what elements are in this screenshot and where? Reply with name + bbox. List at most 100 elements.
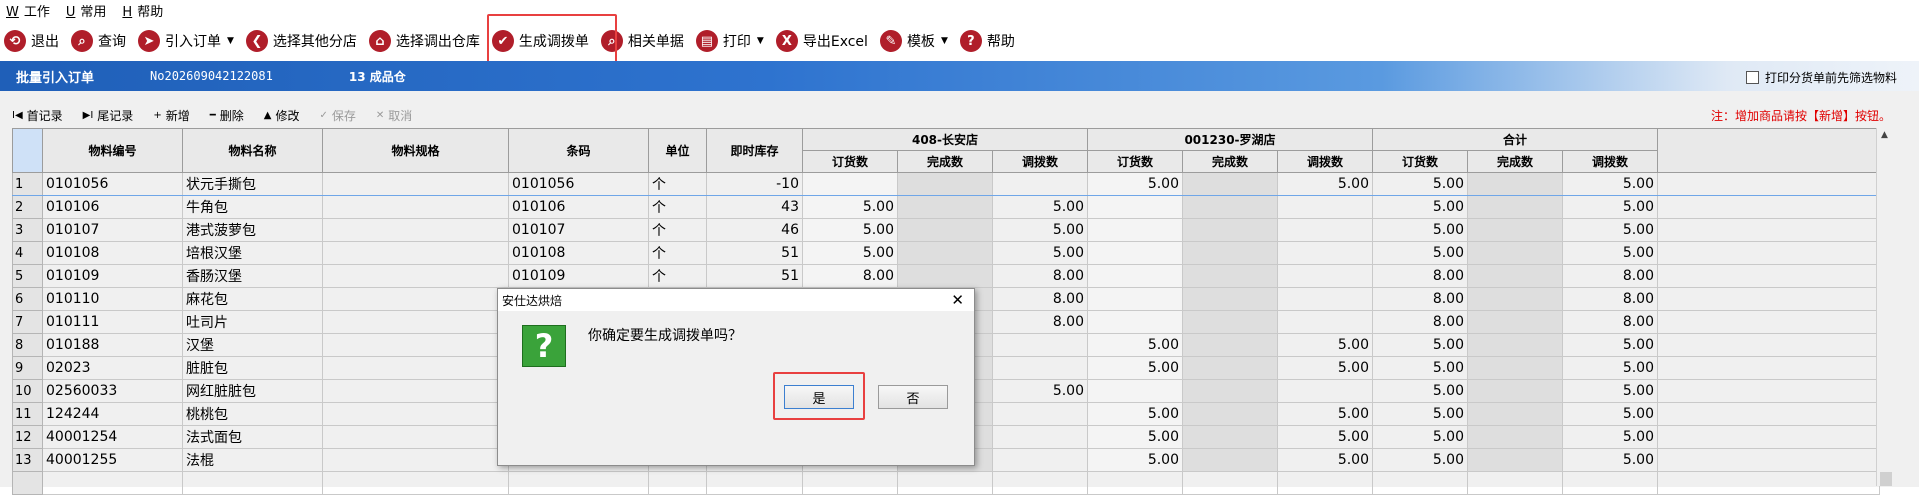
cell-g3-调拨数[interactable]: 5.00	[1562, 195, 1658, 219]
scroll-up-icon[interactable]: ▲	[1881, 130, 1888, 140]
cell-g3-完成数[interactable]	[1467, 195, 1563, 219]
record-button-0[interactable]: I◀ 首记录	[12, 107, 63, 124]
cell-spec[interactable]	[322, 402, 509, 426]
cell-g1-订货数[interactable]: 5.00	[802, 218, 898, 242]
cell-code[interactable]: 010107	[42, 218, 183, 242]
cell-g1-调拨数[interactable]: 8.00	[992, 287, 1088, 311]
cell-spec[interactable]	[322, 379, 509, 403]
table-row[interactable]: 1 0101056 状元手撕包 0101056 个 -10 5.00 5.00 5.00 5.00	[12, 172, 1880, 196]
cell-code[interactable]: 010110	[42, 287, 183, 311]
cell-g1-调拨数[interactable]	[992, 448, 1088, 472]
cell-g1-完成数[interactable]	[897, 172, 993, 196]
cell-g2-订货数[interactable]: 5.00	[1087, 333, 1183, 357]
cell-g1-调拨数[interactable]	[992, 425, 1088, 449]
cell-g3-调拨数[interactable]: 8.00	[1562, 264, 1658, 288]
cell-g2-订货数[interactable]	[1087, 287, 1183, 311]
cell-g2-调拨数[interactable]	[1277, 218, 1373, 242]
cell-g3-完成数[interactable]	[1467, 448, 1563, 472]
cell-name[interactable]: 脏脏包	[182, 356, 323, 380]
cell-stock[interactable]: 51	[706, 241, 803, 265]
toolbar-button-7[interactable]: ▤ 打印 ▼	[692, 21, 768, 61]
column-header[interactable]: 条码	[508, 128, 649, 173]
column-header[interactable]: 即时库存	[706, 128, 803, 173]
record-button-1[interactable]: ▶I 尾记录	[83, 107, 134, 124]
toolbar-button-4[interactable]: ⌂ 选择调出仓库	[365, 21, 484, 61]
sub-column-header[interactable]: 调拨数	[1562, 150, 1658, 173]
cell-code[interactable]: 0101056	[42, 172, 183, 196]
cell-g2-完成数[interactable]	[1182, 379, 1278, 403]
cell-g3-完成数[interactable]	[1467, 287, 1563, 311]
cell-g2-调拨数[interactable]: 5.00	[1277, 333, 1373, 357]
cell-g2-完成数[interactable]	[1182, 241, 1278, 265]
cell-g3-完成数[interactable]	[1467, 333, 1563, 357]
cell-g3-完成数[interactable]	[1467, 379, 1563, 403]
cell-spec[interactable]	[322, 310, 509, 334]
cell-spec[interactable]	[322, 218, 509, 242]
cell-stock[interactable]: 51	[706, 264, 803, 288]
cell-barcode[interactable]: 010108	[508, 241, 649, 265]
cell-g1-订货数[interactable]: 5.00	[802, 195, 898, 219]
sub-column-header[interactable]: 订货数	[1087, 150, 1183, 173]
record-button-4[interactable]: ▲ 修改	[264, 107, 300, 124]
cell-code[interactable]: 010109	[42, 264, 183, 288]
cell-g3-订货数[interactable]: 5.00	[1372, 195, 1468, 219]
cell-g3-调拨数[interactable]: 5.00	[1562, 356, 1658, 380]
sub-column-header[interactable]: 订货数	[802, 150, 898, 173]
cell-g3-订货数[interactable]: 5.00	[1372, 218, 1468, 242]
cell-g3-调拨数[interactable]: 8.00	[1562, 287, 1658, 311]
cell-g2-订货数[interactable]	[1087, 241, 1183, 265]
cell-g1-完成数[interactable]	[897, 218, 993, 242]
cell-g1-完成数[interactable]	[897, 241, 993, 265]
cell-g3-完成数[interactable]	[1467, 425, 1563, 449]
cell-barcode[interactable]: 010106	[508, 195, 649, 219]
cell-g3-调拨数[interactable]: 5.00	[1562, 241, 1658, 265]
cell-g1-调拨数[interactable]: 5.00	[992, 218, 1088, 242]
cell-g3-订货数[interactable]: 5.00	[1372, 172, 1468, 196]
cell-g3-完成数[interactable]	[1467, 356, 1563, 380]
cell-g2-完成数[interactable]	[1182, 356, 1278, 380]
cell-g2-调拨数[interactable]: 5.00	[1277, 356, 1373, 380]
cell-g1-调拨数[interactable]: 5.00	[992, 195, 1088, 219]
cell-g2-订货数[interactable]	[1087, 264, 1183, 288]
cell-code[interactable]: 02560033	[42, 379, 183, 403]
cell-g3-订货数[interactable]: 5.00	[1372, 241, 1468, 265]
sub-column-header[interactable]: 完成数	[897, 150, 993, 173]
cell-code[interactable]: 010188	[42, 333, 183, 357]
cell-g2-调拨数[interactable]	[1277, 264, 1373, 288]
toolbar-button-0[interactable]: ⟲ 退出	[0, 21, 63, 61]
cell-code[interactable]: 40001255	[42, 448, 183, 472]
scroll-thumb[interactable]	[1880, 472, 1892, 486]
cell-g3-完成数[interactable]	[1467, 402, 1563, 426]
chevron-down-icon[interactable]: ▼	[757, 36, 764, 46]
cell-name[interactable]: 桃桃包	[182, 402, 323, 426]
cell-g1-订货数[interactable]	[802, 172, 898, 196]
cell-spec[interactable]	[322, 356, 509, 380]
cell-barcode[interactable]: 0101056	[508, 172, 649, 196]
cell-stock[interactable]: 46	[706, 218, 803, 242]
cell-g3-完成数[interactable]	[1467, 218, 1563, 242]
cell-g2-完成数[interactable]	[1182, 310, 1278, 334]
cell-unit[interactable]: 个	[648, 241, 707, 265]
cell-g1-调拨数[interactable]	[992, 172, 1088, 196]
cell-g2-订货数[interactable]	[1087, 195, 1183, 219]
close-icon[interactable]: ✕	[951, 291, 964, 309]
cell-g2-订货数[interactable]: 5.00	[1087, 448, 1183, 472]
cell-name[interactable]: 网红脏脏包	[182, 379, 323, 403]
cell-g3-调拨数[interactable]: 8.00	[1562, 310, 1658, 334]
cell-code[interactable]: 010106	[42, 195, 183, 219]
table-row[interactable]: 3 010107 港式菠萝包 010107 个 46 5.00 5.00 5.00 5.00	[12, 218, 1880, 242]
column-header[interactable]: 物料编号	[42, 128, 183, 173]
toolbar-button-9[interactable]: ✎ 模板 ▼	[876, 21, 952, 61]
cell-unit[interactable]: 个	[648, 264, 707, 288]
cell-g3-订货数[interactable]: 8.00	[1372, 287, 1468, 311]
cell-code[interactable]: 010108	[42, 241, 183, 265]
cell-barcode[interactable]: 010109	[508, 264, 649, 288]
cell-g3-订货数[interactable]: 5.00	[1372, 425, 1468, 449]
cell-g2-完成数[interactable]	[1182, 287, 1278, 311]
cell-unit[interactable]: 个	[648, 172, 707, 196]
cell-g3-完成数[interactable]	[1467, 172, 1563, 196]
cell-stock[interactable]: 43	[706, 195, 803, 219]
cell-g3-调拨数[interactable]: 5.00	[1562, 425, 1658, 449]
cell-g3-完成数[interactable]	[1467, 241, 1563, 265]
cell-spec[interactable]	[322, 195, 509, 219]
